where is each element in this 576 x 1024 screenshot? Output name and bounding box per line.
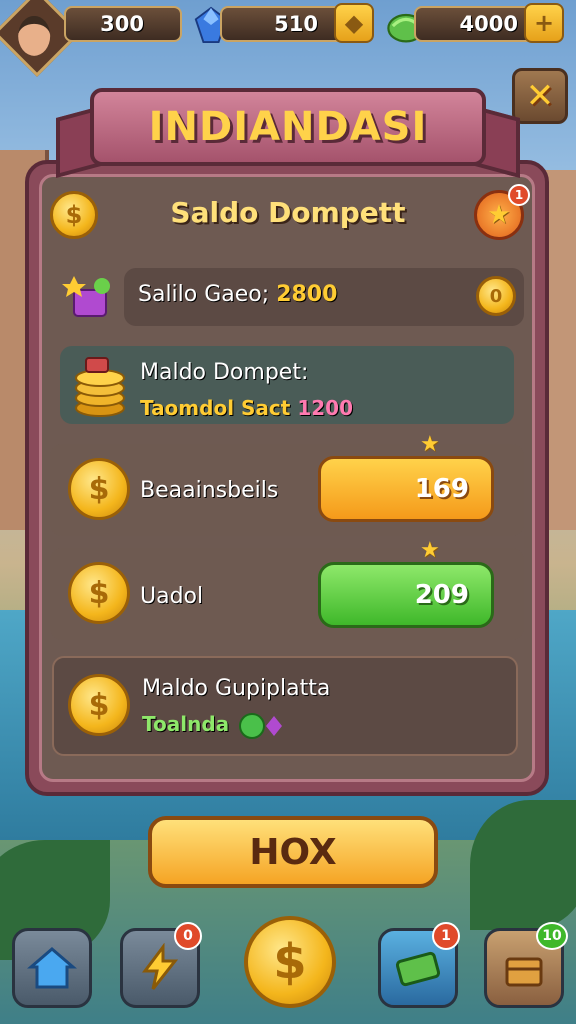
row-3-button-value: 169 [414,474,469,504]
add-gems-button[interactable]: ◆ [334,3,374,43]
gems-value: 510 [274,12,318,36]
row-5-label: Maldo Gupiplatta [142,676,331,701]
row-1-label: Salilo Gaeo; 2800 [138,282,338,307]
coins-value: 300 [100,12,144,36]
buy-green-button[interactable]: 209 [318,562,494,628]
house-icon [27,947,77,989]
star-icon: ★ [487,200,511,230]
row-2-subvalue: 1200 [297,396,353,420]
nav-shop-button[interactable] [12,928,92,1008]
plus-icon: + [533,9,555,37]
add-cash-button[interactable]: + [524,3,564,43]
star-icon: ★ [420,432,440,457]
coin-icon: $ [68,674,130,736]
nav-badge: 10 [536,922,568,950]
gift-icon [62,276,110,317]
close-icon: ✕ [525,76,555,116]
lightning-icon [142,943,179,990]
coin-icon: $ [68,562,130,624]
coin-icon: 0 [476,276,516,316]
nav-coin-button[interactable]: $ [244,916,336,1008]
row-2-subvalue-label: Sact [241,396,291,420]
row-2-sublabel: Taomdol [140,396,235,420]
nav-badge: 0 [174,922,202,950]
avatar-face [18,15,51,56]
close-button[interactable]: ✕ [512,68,568,124]
hox-button-label: HOX [249,831,337,873]
money-icon [395,951,441,987]
star-icon: ★ [420,538,440,563]
gem-plus-icon: ◆ [344,9,364,37]
cash-counter: 4000 [414,6,534,42]
page-title: INDIANDASI [148,104,428,150]
row-4-label: Uadol [140,584,204,609]
row-1-value: 2800 [276,282,338,307]
row-4-button-value: 209 [414,580,469,610]
coin-icon: $ [68,458,130,520]
gem-cluster-icon [239,713,282,739]
row-3-label: Beaainsbeils [140,478,279,503]
coin-stack-icon [75,357,125,417]
buy-orange-button[interactable]: 169 [318,456,494,522]
row-5-sublabel: Toalnda [142,712,230,736]
nav-badge: 1 [432,922,460,950]
favorite-badge: 1 [508,184,530,206]
title-banner: INDIANDASI [90,88,486,166]
row-2-details: Taomdol Sact 1200 [140,396,353,420]
cash-value: 4000 [459,12,518,36]
hox-button[interactable]: HOX [148,816,438,888]
chest-icon [505,957,543,987]
background-leaf [470,800,576,930]
coins-counter: 300 [64,6,182,42]
row-2-label: Maldo Dompet: [140,360,309,385]
